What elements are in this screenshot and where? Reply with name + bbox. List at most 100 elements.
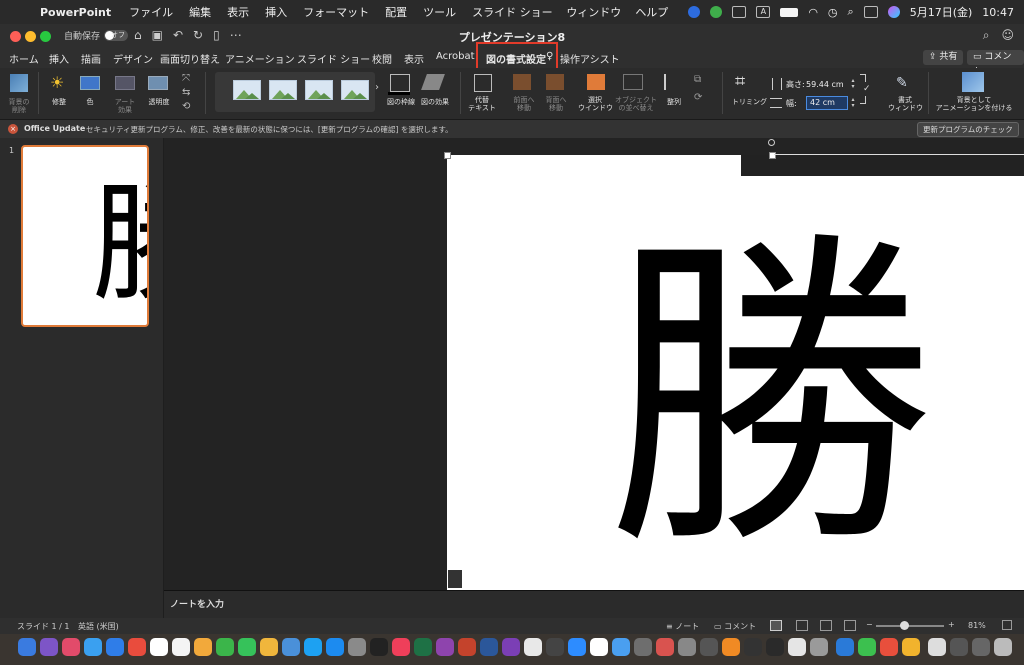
- close-window-icon[interactable]: [10, 31, 21, 42]
- tab-acrobat[interactable]: Acrobat: [436, 51, 475, 62]
- reminders-icon[interactable]: [172, 638, 190, 656]
- menu-format[interactable]: フォーマット: [303, 4, 369, 20]
- compress-pictures-icon[interactable]: ⤧: [182, 73, 190, 85]
- slack-icon[interactable]: [590, 638, 608, 656]
- rotate-icon[interactable]: ⟳: [694, 92, 702, 103]
- bring-forward-button[interactable]: 前面へ 移動: [510, 96, 538, 112]
- align-button[interactable]: 整列: [664, 98, 684, 106]
- menu-insert[interactable]: 挿入: [265, 4, 287, 20]
- tab-review[interactable]: 校閲: [372, 51, 392, 66]
- change-picture-icon[interactable]: ⇆: [182, 87, 190, 99]
- mail-icon[interactable]: [106, 638, 124, 656]
- app-icon[interactable]: [194, 638, 212, 656]
- account-icon[interactable]: ☺: [1001, 28, 1014, 43]
- app-icon[interactable]: [128, 638, 146, 656]
- selection-pane-button[interactable]: 選択 ウインドウ: [578, 96, 613, 112]
- tab-tell-me[interactable]: 操作アシスト: [560, 51, 620, 66]
- tab-picture-format[interactable]: 図の書式設定: [486, 51, 546, 71]
- animate-as-background-button[interactable]: 背景として アニメーションを付ける: [934, 96, 1014, 112]
- reorder-objects-button[interactable]: オブジェクト の並べ替え: [614, 96, 658, 112]
- menu-app-name[interactable]: PowerPoint: [40, 6, 111, 19]
- color-button[interactable]: 色: [82, 98, 98, 106]
- slide[interactable]: 勝: [447, 155, 1024, 590]
- tab-design[interactable]: デザイン: [113, 51, 153, 66]
- calendar-icon[interactable]: [150, 638, 168, 656]
- tab-view[interactable]: 表示: [404, 51, 424, 66]
- check-updates-button[interactable]: 更新プログラムのチェック: [917, 122, 1019, 137]
- share-button[interactable]: ⇪ 共有: [923, 50, 964, 65]
- slide-sorter-icon[interactable]: [796, 620, 808, 631]
- normal-view-icon[interactable]: [770, 620, 782, 631]
- language-indicator[interactable]: 英語 (米国): [78, 621, 119, 632]
- zoom-slider-thumb[interactable]: [900, 621, 909, 630]
- app-icon[interactable]: [722, 638, 740, 656]
- app-icon[interactable]: [950, 638, 968, 656]
- autosave-control[interactable]: 自動保存 オフ: [64, 29, 129, 42]
- app-icon[interactable]: [744, 638, 762, 656]
- corrections-button[interactable]: 修整: [48, 98, 70, 106]
- tab-transitions[interactable]: 画面切り替え: [160, 51, 220, 66]
- app-store-icon[interactable]: [326, 638, 344, 656]
- vscode-icon[interactable]: [836, 638, 854, 656]
- slide-kanji-picture[interactable]: 勝: [605, 227, 935, 567]
- finder-icon[interactable]: [18, 638, 36, 656]
- excel-icon[interactable]: [414, 638, 432, 656]
- zoom-status-icon[interactable]: [688, 6, 701, 18]
- zoom-slider[interactable]: [876, 625, 944, 627]
- alt-text-button[interactable]: 代替 テキスト: [466, 96, 498, 112]
- menu-help[interactable]: ヘルプ: [635, 4, 668, 20]
- menu-file[interactable]: ファイル: [129, 4, 173, 20]
- line-icon[interactable]: [858, 638, 876, 656]
- app-icon[interactable]: [656, 638, 674, 656]
- width-input[interactable]: 42 cm: [806, 96, 848, 110]
- launchpad-icon[interactable]: [40, 638, 58, 656]
- slide-thumbnail[interactable]: 勝: [21, 145, 149, 327]
- search-icon[interactable]: ⌕: [983, 28, 990, 43]
- app-icon[interactable]: [678, 638, 696, 656]
- menu-tools[interactable]: ツール: [423, 4, 456, 20]
- reset-picture-icon[interactable]: ⟲: [182, 101, 190, 113]
- notes-toggle[interactable]: ≡ ノート: [666, 621, 699, 632]
- zoom-out-icon[interactable]: −: [866, 620, 873, 629]
- format-pane-button[interactable]: 書式 ウィンドウ: [888, 96, 923, 112]
- input-method-icon[interactable]: A: [756, 6, 771, 18]
- more-commands-icon[interactable]: ⋯: [230, 28, 242, 42]
- photos-icon[interactable]: [62, 638, 80, 656]
- time-machine-icon[interactable]: ◷: [828, 6, 838, 19]
- picture-effects-button[interactable]: 図の効果: [420, 98, 450, 106]
- redo-icon[interactable]: ↻: [193, 28, 203, 42]
- app-icon[interactable]: [634, 638, 652, 656]
- selection-handle[interactable]: [444, 152, 451, 159]
- picture-style-1[interactable]: [233, 80, 261, 100]
- chrome-icon[interactable]: [524, 638, 542, 656]
- menu-edit[interactable]: 編集: [189, 4, 211, 20]
- lock-aspect-ratio-check[interactable]: ✓: [863, 84, 871, 94]
- clipboard-icon[interactable]: [732, 6, 747, 18]
- line-status-icon[interactable]: [710, 6, 723, 18]
- app-icon[interactable]: [612, 638, 630, 656]
- app-icon[interactable]: [568, 638, 586, 656]
- onenote-icon[interactable]: [502, 638, 520, 656]
- messages-icon[interactable]: [216, 638, 234, 656]
- undo-icon[interactable]: ↶: [173, 28, 183, 42]
- comments-toggle[interactable]: ▭ コメント: [714, 621, 756, 632]
- reading-view-icon[interactable]: [820, 620, 832, 631]
- notice-close-icon[interactable]: ×: [8, 124, 18, 134]
- tab-animations[interactable]: アニメーション: [225, 51, 295, 66]
- zoom-level[interactable]: 81%: [968, 621, 986, 630]
- app-icon[interactable]: [700, 638, 718, 656]
- menubar-time[interactable]: 10:47: [982, 6, 1014, 19]
- tab-insert[interactable]: 挿入: [49, 51, 69, 66]
- menu-arrange[interactable]: 配置: [385, 4, 407, 20]
- transparency-button[interactable]: 透明度: [146, 98, 172, 106]
- app-icon[interactable]: [880, 638, 898, 656]
- terminal-icon[interactable]: [370, 638, 388, 656]
- app-icon[interactable]: [436, 638, 454, 656]
- calculator-icon[interactable]: [810, 638, 828, 656]
- menu-window[interactable]: ウィンドウ: [566, 4, 621, 20]
- height-input[interactable]: 59.44 cm: [806, 78, 848, 91]
- menubar-date[interactable]: 5月17日(金): [910, 4, 973, 20]
- recent-document-icon[interactable]: [928, 638, 946, 656]
- zoom-in-icon[interactable]: +: [948, 620, 955, 629]
- spotlight-search-icon[interactable]: ⌕: [848, 5, 854, 19]
